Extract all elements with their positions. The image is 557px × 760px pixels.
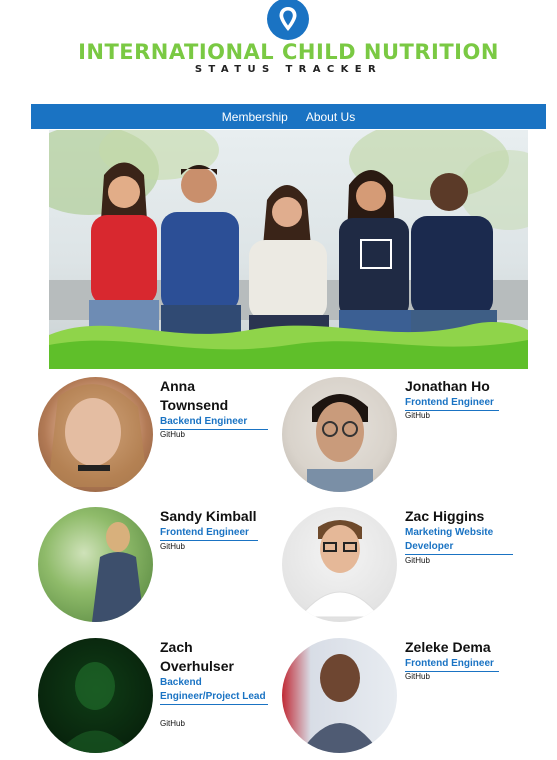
nav-about-us-link[interactable]: About Us <box>306 110 355 124</box>
avatar-zac <box>282 507 397 622</box>
member-name: Zeleke Dema <box>405 639 491 655</box>
main-navbar: Membership About Us <box>31 104 546 129</box>
github-link[interactable]: GitHub <box>405 556 430 566</box>
avatar-zeleke <box>282 638 397 753</box>
github-link[interactable]: GitHub <box>160 542 185 552</box>
member-name: Zac Higgins <box>405 508 485 524</box>
hero-group-photo <box>49 130 528 369</box>
avatar-jonathan <box>282 377 397 492</box>
member-role-link[interactable]: Marketing Website Developer <box>405 526 513 555</box>
member-role-link[interactable]: Frontend Engineer <box>405 657 499 672</box>
avatar-zach <box>38 638 153 753</box>
member-name: Anna Townsend <box>160 378 229 413</box>
member-role-link[interactable]: Frontend Engineer <box>405 396 499 411</box>
avatar-sandy <box>38 507 153 622</box>
member-role-link[interactable]: Backend Engineer <box>160 415 268 430</box>
member-name: Zach Overhulser <box>160 639 234 674</box>
brand-subtitle: STATUS TRACKER <box>194 64 383 75</box>
member-role-link[interactable]: Backend Engineer/Project Lead <box>160 676 268 705</box>
github-link[interactable]: GitHub <box>160 719 185 729</box>
brand-title: INTERNATIONAL CHILD NUTRITION <box>78 40 499 64</box>
nav-membership-link[interactable]: Membership <box>222 110 288 124</box>
github-link[interactable]: GitHub <box>160 430 185 440</box>
github-link[interactable]: GitHub <box>405 411 430 421</box>
avatar-anna <box>38 377 153 492</box>
member-name: Jonathan Ho <box>405 378 490 394</box>
member-role-link[interactable]: Frontend Engineer <box>160 526 258 541</box>
member-name: Sandy Kimball <box>160 508 257 524</box>
github-link[interactable]: GitHub <box>405 672 430 682</box>
logo-pin-icon <box>266 0 310 40</box>
